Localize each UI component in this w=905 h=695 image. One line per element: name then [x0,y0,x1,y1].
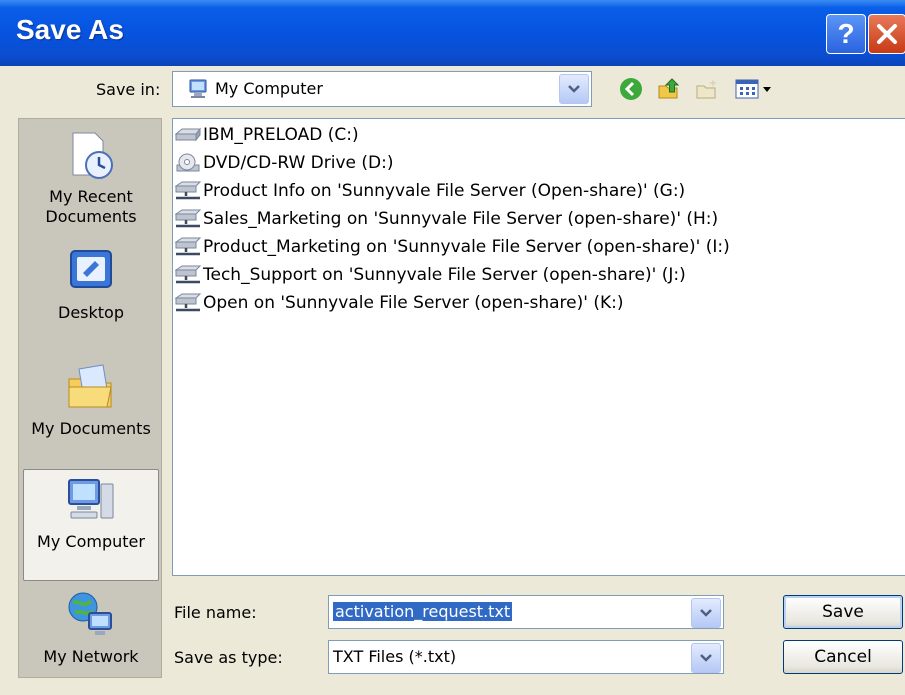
place-label: My Network [43,647,139,666]
save-in-value: My Computer [215,79,323,98]
file-name-dropdown-arrow[interactable] [691,598,721,628]
recent-documents-icon [72,132,113,179]
save-in-dropdown[interactable]: My Computer [172,71,592,107]
chevron-down-icon [700,654,712,662]
dialog-title: Save As [16,14,124,45]
view-menu-button[interactable] [734,76,776,102]
place-label: My Documents [31,419,151,438]
file-name: Product Info on 'Sunnyvale File Server (… [203,181,686,201]
list-item[interactable]: Tech_Support on 'Sunnyvale File Server (… [173,263,686,287]
network-drive-icon [174,237,202,256]
place-label: My Computer [37,532,145,551]
file-name: Tech_Support on 'Sunnyvale File Server (… [203,265,686,285]
chevron-down-icon [700,609,712,617]
list-item[interactable]: Open on 'Sunnyvale File Server (open-sha… [173,291,623,315]
places-bar: My Recent Documents Desktop My Documents [18,118,162,678]
list-item[interactable]: IBM_PRELOAD (C:) [173,123,359,147]
place-my-computer[interactable]: My Computer [23,469,159,581]
file-name-input[interactable]: activation_request.txt [328,595,724,629]
my-computer-icon [68,479,114,519]
network-drive-icon [174,181,202,200]
close-icon [877,24,897,44]
network-drive-icon [174,265,202,284]
place-my-documents[interactable]: My Documents [23,357,159,467]
file-name: Sales_Marketing on 'Sunnyvale File Serve… [203,209,719,229]
chevron-down-icon [568,85,580,93]
title-bar[interactable]: Save As ? [0,0,905,66]
save-in-dropdown-arrow[interactable] [559,74,589,104]
file-name-value: activation_request.txt [333,602,513,621]
file-name: Product_Marketing on 'Sunnyvale File Ser… [203,237,730,257]
place-my-network[interactable]: My Network [23,585,159,695]
back-arrow-icon [620,78,642,100]
save-as-type-dropdown-arrow[interactable] [691,643,721,673]
up-folder-button[interactable] [656,76,682,102]
list-item[interactable]: Product Info on 'Sunnyvale File Server (… [173,179,685,203]
save-in-label: Save in: [96,80,161,99]
list-item[interactable]: Sales_Marketing on 'Sunnyvale File Serve… [173,207,718,231]
file-list[interactable]: IBM_PRELOAD (C:) DVD/CD-RW Drive (D:) Pr… [172,118,905,576]
help-button[interactable]: ? [826,14,866,54]
save-as-type-dropdown[interactable]: TXT Files (*.txt) [328,640,724,674]
list-item[interactable]: Product_Marketing on 'Sunnyvale File Ser… [173,235,730,259]
place-desktop[interactable]: Desktop [23,241,159,351]
my-computer-icon [189,79,207,98]
view-menu-icon [735,79,771,99]
list-item[interactable]: DVD/CD-RW Drive (D:) [173,151,393,175]
up-folder-icon [658,78,680,99]
close-button[interactable] [868,14,905,54]
network-drive-icon [174,209,202,228]
network-drive-icon [174,293,202,312]
place-label: My Recent Documents [45,187,137,226]
cancel-button[interactable]: Cancel [783,640,903,674]
place-my-recent-documents[interactable]: My Recent Documents [23,125,159,235]
my-network-icon [68,592,112,635]
new-folder-button[interactable] [694,76,720,102]
back-button[interactable] [618,76,644,102]
hard-drive-icon [174,127,202,142]
dvd-drive-icon [176,153,200,172]
file-name: DVD/CD-RW Drive (D:) [203,153,394,173]
file-name: Open on 'Sunnyvale File Server (open-sha… [203,293,624,313]
save-button[interactable]: Save [783,595,903,629]
save-as-dialog: Save As ? Save in: My Computer My Recent… [0,0,905,687]
file-name-label: File name: [174,603,257,622]
desktop-icon [70,250,112,288]
file-name: IBM_PRELOAD (C:) [203,125,359,145]
my-documents-icon [68,364,112,408]
save-as-type-value: TXT Files (*.txt) [333,647,457,666]
place-label: Desktop [58,303,124,322]
save-as-type-label: Save as type: [174,648,283,667]
new-folder-icon [696,79,717,99]
